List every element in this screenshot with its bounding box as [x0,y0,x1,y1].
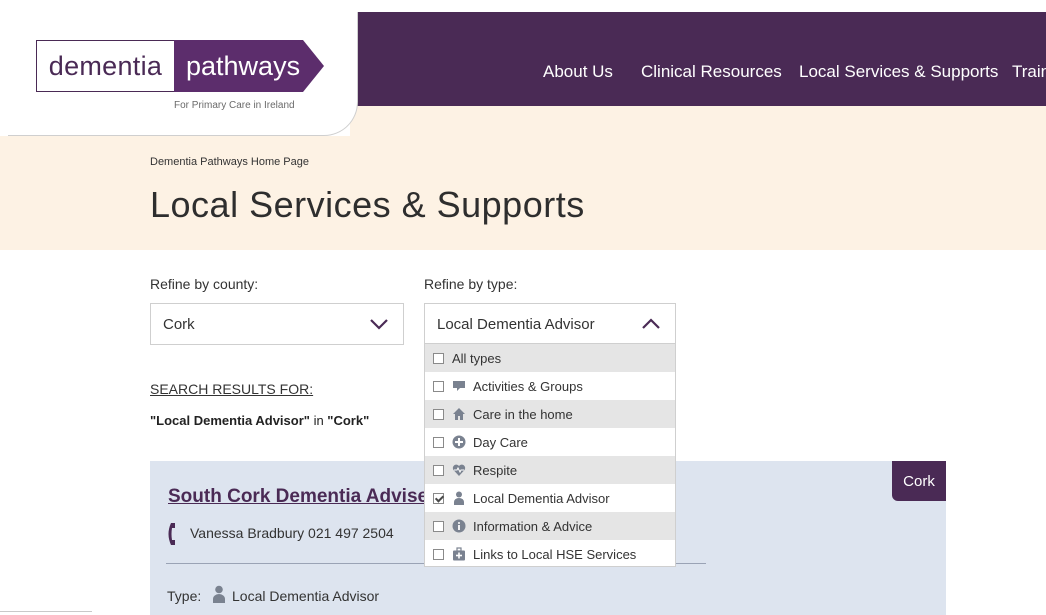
type-option-care-home[interactable]: Care in the home [425,400,675,428]
nav-clinical-resources[interactable]: Clinical Resources [641,62,782,82]
heart-pulse-icon [452,463,466,477]
query-county: "Cork" [327,413,370,428]
result-type-value: Local Dementia Advisor [232,588,380,604]
type-option-label: Respite [473,462,518,478]
logo-text-pathways: pathways [186,50,301,81]
breadcrumb-home-link[interactable]: Dementia Pathways Home Page [150,156,309,168]
result-title-link[interactable]: South Cork Dementia Adviser [168,486,435,508]
checkbox[interactable] [433,464,444,476]
person-icon [452,491,466,505]
person-icon [213,585,225,603]
phone-icon [168,523,175,545]
plus-circle-icon [452,435,466,449]
nav-local-services[interactable]: Local Services & Supports [799,62,998,82]
type-option-label: Local Dementia Advisor [473,490,610,506]
type-option-label: Activities & Groups [473,378,583,394]
query-type: "Local Dementia Advisor" [150,413,310,428]
type-option-label: Links to Local HSE Services [473,546,637,562]
type-select-value: Local Dementia Advisor [437,315,595,333]
checkbox[interactable] [433,520,444,532]
checkbox-checked[interactable] [433,492,444,504]
type-option-respite[interactable]: Respite [425,456,675,484]
speech-bubble-icon [452,379,466,393]
type-dropdown-list: All types Activities & Groups Care in th… [424,343,676,567]
type-option-hse-links[interactable]: Links to Local HSE Services [425,540,675,568]
type-option-label: Day Care [473,434,528,450]
logo-word-dementia: dementia [36,40,174,92]
type-option-label: Information & Advice [473,518,593,534]
result-phone[interactable]: Vanessa Bradbury 021 497 2504 [190,525,394,541]
checkbox[interactable] [433,352,444,364]
type-option-label: Care in the home [473,406,573,422]
search-results-heading: SEARCH RESULTS FOR: [150,381,314,397]
logo-text-dementia: dementia [48,50,163,81]
type-select[interactable]: Local Dementia Advisor [424,303,676,345]
info-icon [452,519,466,533]
nav-training[interactable]: Traini [1012,62,1046,82]
top-margin [0,0,1046,12]
bottom-edge-element [0,611,92,615]
checkbox[interactable] [433,408,444,420]
search-results-summary: "Local Dementia Advisor" in "Cork" [150,413,369,428]
checkbox[interactable] [433,548,444,560]
type-option-local-dementia-advisor[interactable]: Local Dementia Advisor [425,484,675,512]
page-title: Local Services & Supports [150,184,585,225]
county-select-value: Cork [163,315,195,333]
type-option-activities[interactable]: Activities & Groups [425,372,675,400]
type-option-information[interactable]: Information & Advice [425,512,675,540]
hero-band-top [350,106,1046,136]
county-select[interactable]: Cork [150,303,404,345]
checkbox[interactable] [433,436,444,448]
medical-kit-icon [452,547,466,561]
chevron-down-icon [370,319,388,330]
logo-word-pathways: pathways [174,40,324,92]
checkbox[interactable] [433,380,444,392]
logo-card[interactable]: dementia pathways For Primary Care in Ir… [8,12,358,136]
type-option-day-care[interactable]: Day Care [425,428,675,456]
county-badge: Cork [892,461,946,501]
type-option-label: All types [452,350,502,366]
chevron-up-icon [642,318,660,329]
logo-tagline: For Primary Care in Ireland [174,100,295,111]
site-logo[interactable]: dementia pathways [36,40,324,92]
main-navigation: About Us Clinical Resources Local Servic… [300,12,1046,106]
result-type-label: Type: [167,588,202,604]
nav-about-us[interactable]: About Us [543,62,613,82]
type-option-all[interactable]: All types [425,344,675,372]
house-icon [452,407,466,421]
query-connector: in [309,413,328,428]
county-filter-label: Refine by county: [150,276,259,292]
type-filter-label: Refine by type: [424,276,518,292]
